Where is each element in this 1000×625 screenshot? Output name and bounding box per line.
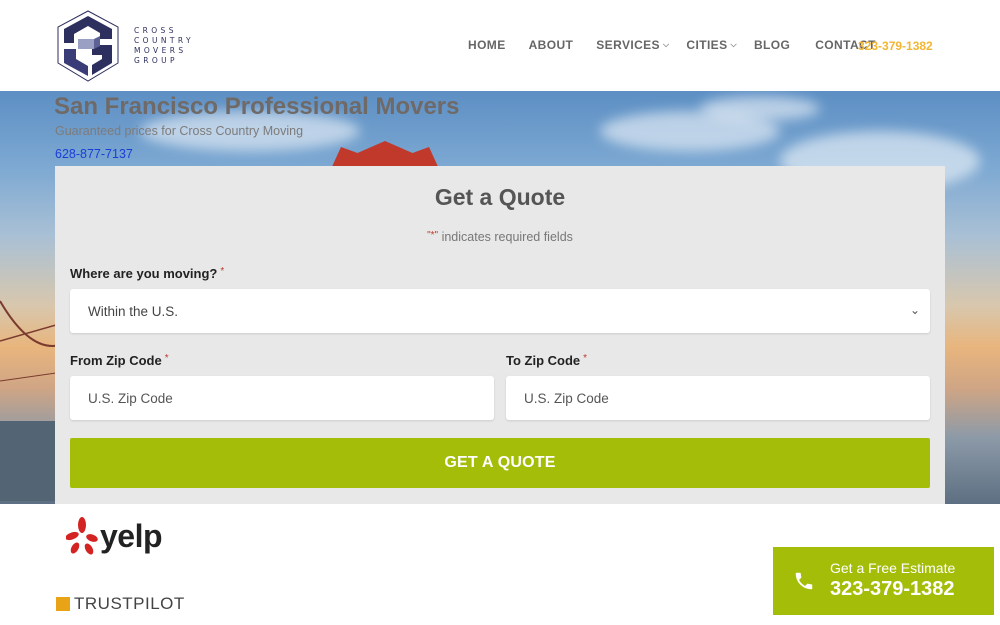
yelp-burst-icon [66, 517, 98, 555]
required-asterisk: * [164, 353, 169, 364]
free-estimate-text: Get a Free Estimate 323-379-1382 [830, 560, 955, 602]
logo-text-line: GROUP [134, 56, 178, 65]
site-logo[interactable]: CROSS COUNTRY MOVERS GROUP [54, 8, 214, 84]
site-header: CROSS COUNTRY MOVERS GROUP HOME ABOUT SE… [0, 0, 1000, 91]
required-fields-note: "*" indicates required fields [55, 230, 945, 244]
to-zip-label: To Zip Code * [506, 353, 587, 368]
get-quote-button[interactable]: GET A QUOTE [70, 438, 930, 488]
yelp-badge[interactable]: yelp [66, 514, 176, 558]
phone-icon [795, 572, 813, 590]
moving-type-label: Where are you moving? * [70, 266, 224, 281]
from-zip-label: From Zip Code * [70, 353, 169, 368]
nav-item-label: BLOG [753, 38, 791, 52]
required-note-text: indicates required fields [438, 230, 573, 244]
quote-form: Get a Quote "*" indicates required field… [55, 166, 945, 504]
hero-phone-link[interactable]: 628-877-7137 [55, 147, 133, 161]
to-zip-placeholder: U.S. Zip Code [524, 390, 609, 406]
trustpilot-star-icon [56, 597, 70, 611]
from-zip-input[interactable]: U.S. Zip Code [70, 376, 494, 420]
hero-cloud [700, 96, 820, 121]
chevron-down-icon: ⌵ [730, 40, 737, 49]
nav-item-label: SERVICES [596, 38, 660, 52]
yelp-logo-text: yelp [100, 517, 163, 554]
chevron-down-icon: ⌵ [662, 40, 670, 49]
moving-type-label-text: Where are you moving? [70, 266, 218, 281]
page-title: San Francisco Professional Movers [54, 93, 460, 120]
trustpilot-logo-text: TRUSTPILOT [74, 594, 185, 613]
nav-item-services[interactable]: SERVICES ⌵ [596, 38, 669, 52]
moving-type-value: Within the U.S. [88, 303, 179, 319]
required-marker: "*" [427, 230, 439, 241]
chevron-down-icon: ⌄ [909, 303, 920, 317]
nav-item-about[interactable]: ABOUT [529, 38, 574, 52]
hero-subtitle: Guaranteed prices for Cross Country Movi… [55, 124, 304, 138]
nav-item-cities[interactable]: CITIES ⌵ [686, 38, 737, 52]
required-asterisk: * [583, 353, 588, 364]
quote-form-title: Get a Quote [434, 184, 566, 210]
logo-mark-icon [57, 10, 119, 82]
from-zip-placeholder: U.S. Zip Code [88, 390, 173, 406]
free-estimate-label: Get a Free Estimate [830, 560, 956, 576]
free-estimate-phone: 323-379-1382 [830, 578, 955, 600]
main-nav: HOME ABOUT SERVICES ⌵ CITIES ⌵ BLOG CONT… [468, 38, 876, 52]
nav-item-label: CITIES [686, 38, 728, 52]
free-estimate-button[interactable]: Get a Free Estimate 323-379-1382 [773, 547, 994, 615]
logo-text-line: COUNTRY [134, 36, 194, 45]
to-zip-label-text: To Zip Code [506, 353, 581, 368]
logo-text-line: MOVERS [134, 46, 187, 55]
from-zip-label-text: From Zip Code [70, 353, 162, 368]
nav-item-home[interactable]: HOME [468, 38, 506, 52]
header-phone-link[interactable]: 323-379-1382 [858, 39, 933, 53]
moving-type-select[interactable]: Within the U.S. ⌄ [70, 289, 930, 333]
required-asterisk: * [220, 266, 225, 277]
nav-item-blog[interactable]: BLOG [754, 38, 790, 52]
to-zip-input[interactable]: U.S. Zip Code [506, 376, 930, 420]
logo-text: CROSS COUNTRY MOVERS GROUP [134, 26, 194, 66]
nav-item-label: ABOUT [528, 38, 574, 52]
nav-item-label: HOME [468, 38, 506, 52]
trustpilot-badge[interactable]: TRUSTPILOT [56, 594, 185, 614]
logo-text-line: CROSS [134, 26, 177, 35]
